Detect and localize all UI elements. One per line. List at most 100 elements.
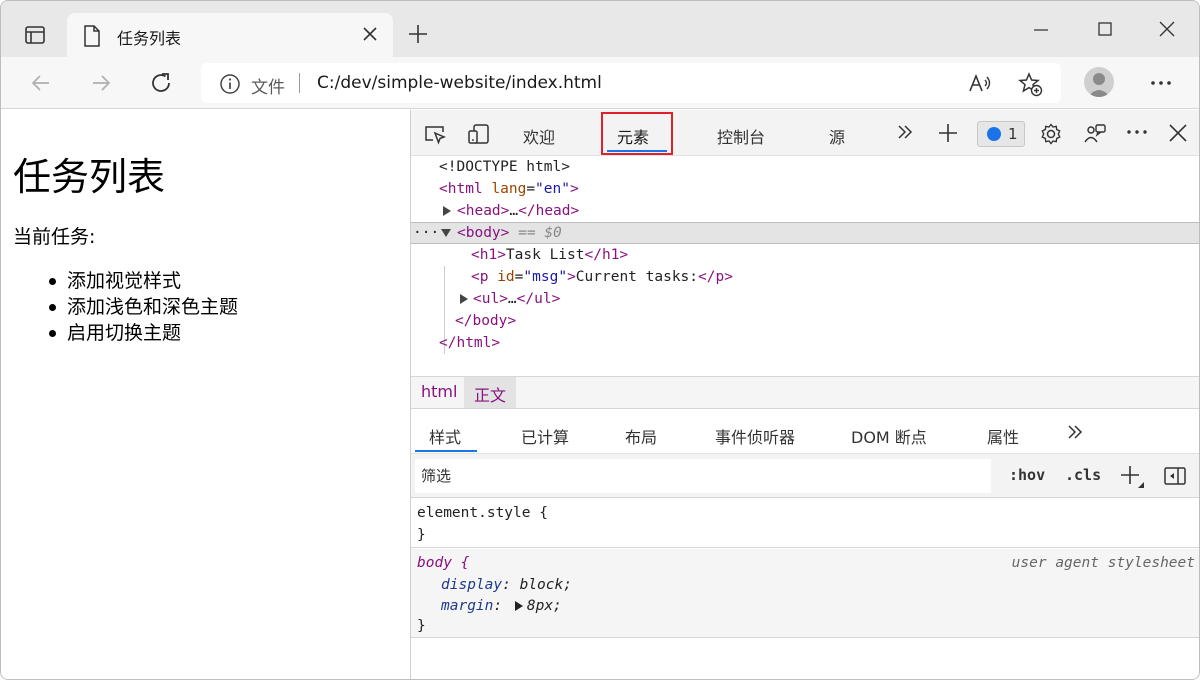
profile-avatar[interactable] <box>1084 67 1114 97</box>
maximize-icon[interactable] <box>1095 19 1115 43</box>
filter-input[interactable] <box>415 459 991 493</box>
p-text: Current tasks: <box>575 269 699 285</box>
feedback-icon[interactable] <box>1083 122 1107 150</box>
tab-console[interactable]: 控制台 <box>717 124 765 148</box>
more-subtabs-icon[interactable] <box>1065 422 1085 446</box>
h1-open-tag: <h1> <box>471 247 506 263</box>
body-style-rule[interactable]: body { user agent stylesheet display: bl… <box>411 549 1199 638</box>
browser-window: 任务列表 文件 C:/dev/simple-website/index.html… <box>0 0 1200 680</box>
gear-icon[interactable] <box>1039 122 1063 150</box>
dom-node-body-close[interactable]: </body> <box>411 310 1199 332</box>
more-tabs-icon[interactable] <box>895 122 915 146</box>
selected-node-marker: == $0 <box>518 225 562 241</box>
tab-dom-breakpoints[interactable]: DOM 断点 <box>851 424 927 448</box>
p-close-tag: </p> <box>698 269 733 285</box>
page-viewport: 任务列表 当前任务: 添加视觉样式 添加浅色和深色主题 启用切换主题 <box>1 110 410 679</box>
p-open-gt: > <box>567 269 576 285</box>
tab-layout[interactable]: 布局 <box>625 424 657 448</box>
browser-tab[interactable]: 任务列表 <box>67 13 393 57</box>
tab-properties[interactable]: 属性 <box>987 424 1019 448</box>
tab-actions-icon <box>25 26 45 44</box>
page-msg: 当前任务: <box>13 226 96 248</box>
read-aloud-icon[interactable] <box>967 71 993 101</box>
back-icon[interactable] <box>27 69 55 97</box>
ua-stylesheet-label: user agent stylesheet <box>1011 555 1195 571</box>
add-favorite-icon[interactable] <box>1017 71 1043 101</box>
tab-actions-button[interactable] <box>23 23 47 47</box>
url-text[interactable]: C:/dev/simple-website/index.html <box>317 73 602 93</box>
new-style-rule-icon[interactable] <box>1119 464 1145 494</box>
dom-node-h1[interactable]: <h1>Task List</h1> <box>411 244 1199 266</box>
breadcrumb-html[interactable]: html <box>411 377 467 408</box>
page-icon <box>83 25 101 51</box>
scheme-label: 文件 <box>251 78 285 98</box>
title-bar: 任务列表 <box>1 1 1199 57</box>
ul-close-tag: </ul> <box>516 291 561 307</box>
breadcrumb-body[interactable]: 正文 <box>464 377 517 408</box>
dom-node-html-close[interactable]: </html> <box>411 332 1199 354</box>
device-emulation-icon[interactable] <box>467 122 491 150</box>
cls-button[interactable]: .cls <box>1065 466 1101 484</box>
p-open-tag: <p <box>471 269 489 285</box>
tab-sources[interactable]: 源 <box>829 124 845 148</box>
head-open-tag: <head> <box>457 203 510 219</box>
head-close-tag: </head> <box>518 203 580 219</box>
list-item: 添加视觉样式 <box>49 268 238 294</box>
h1-close-tag: </h1> <box>584 247 629 263</box>
address-bar[interactable]: 文件 C:/dev/simple-website/index.html <box>201 63 1061 103</box>
address-separator <box>299 73 300 93</box>
toggle-sidebar-icon[interactable] <box>1163 464 1187 492</box>
margin-property: margin <box>441 598 494 614</box>
dom-node-html[interactable]: <html lang="en"> <box>411 178 1199 200</box>
tab-title: 任务列表 <box>117 29 182 48</box>
hov-button[interactable]: :hov <box>1009 466 1045 484</box>
head-ellipsis: … <box>509 203 519 219</box>
element-style-close: } <box>417 527 426 543</box>
info-icon[interactable] <box>219 73 241 99</box>
tab-welcome[interactable]: 欢迎 <box>523 124 555 148</box>
display-property: display <box>441 577 503 593</box>
html-attr-value: "en" <box>535 181 570 197</box>
dom-node-body-selected[interactable]: ··· <body> == $0 <box>411 222 1199 244</box>
dom-node-doctype[interactable]: <!DOCTYPE html> <box>411 156 1199 178</box>
tab-computed[interactable]: 已计算 <box>521 424 569 448</box>
forward-icon[interactable] <box>87 69 115 97</box>
display-value: block; <box>519 577 572 593</box>
active-subtab-indicator <box>415 450 477 452</box>
elements-tab-highlight <box>601 112 673 155</box>
customize-more-icon[interactable] <box>1125 122 1149 146</box>
breadcrumb: html 正文 <box>411 376 1199 409</box>
collapse-triangle-icon[interactable] <box>441 229 451 237</box>
dom-node-p[interactable]: <p id="msg">Current tasks:</p> <box>411 266 1199 288</box>
dom-node-head[interactable]: <head>…</head> <box>411 200 1199 222</box>
list-item: 添加浅色和深色主题 <box>49 294 238 320</box>
close-window-icon[interactable] <box>1157 19 1177 43</box>
add-tool-icon[interactable] <box>937 122 959 148</box>
new-tab-icon[interactable] <box>407 23 429 49</box>
expand-shorthand-icon[interactable] <box>514 601 523 611</box>
expand-triangle-icon[interactable] <box>443 206 451 216</box>
task-list: 添加视觉样式 添加浅色和深色主题 启用切换主题 <box>49 268 238 346</box>
issues-badge[interactable]: 1 <box>977 121 1025 147</box>
body-rule-close: } <box>417 618 426 634</box>
doctype-text: <!DOCTYPE html> <box>439 159 570 175</box>
settings-more-icon[interactable] <box>1149 73 1173 97</box>
tab-event-listeners[interactable]: 事件侦听器 <box>715 424 795 448</box>
ul-open-tag: <ul> <box>473 291 508 307</box>
expand-triangle-icon[interactable] <box>460 294 468 304</box>
margin-value: 8px; <box>526 598 562 614</box>
element-style-selector: element.style { <box>417 505 548 521</box>
dom-node-ul[interactable]: <ul>…</ul> <box>411 288 1199 310</box>
styles-filter-bar: :hov .cls <box>411 454 1199 498</box>
list-item: 启用切换主题 <box>49 320 238 346</box>
tab-styles[interactable]: 样式 <box>429 424 461 448</box>
refresh-icon[interactable] <box>147 69 175 97</box>
navigation-bar: 文件 C:/dev/simple-website/index.html <box>1 57 1199 109</box>
p-attr-value: "msg" <box>523 269 568 285</box>
close-devtools-icon[interactable] <box>1167 122 1189 148</box>
inspect-element-icon[interactable] <box>423 122 447 150</box>
minimize-icon[interactable] <box>1031 19 1051 43</box>
node-actions-dots[interactable]: ··· <box>413 222 439 244</box>
element-style-rule[interactable]: element.style { } <box>411 498 1199 548</box>
close-tab-icon[interactable] <box>361 25 379 47</box>
